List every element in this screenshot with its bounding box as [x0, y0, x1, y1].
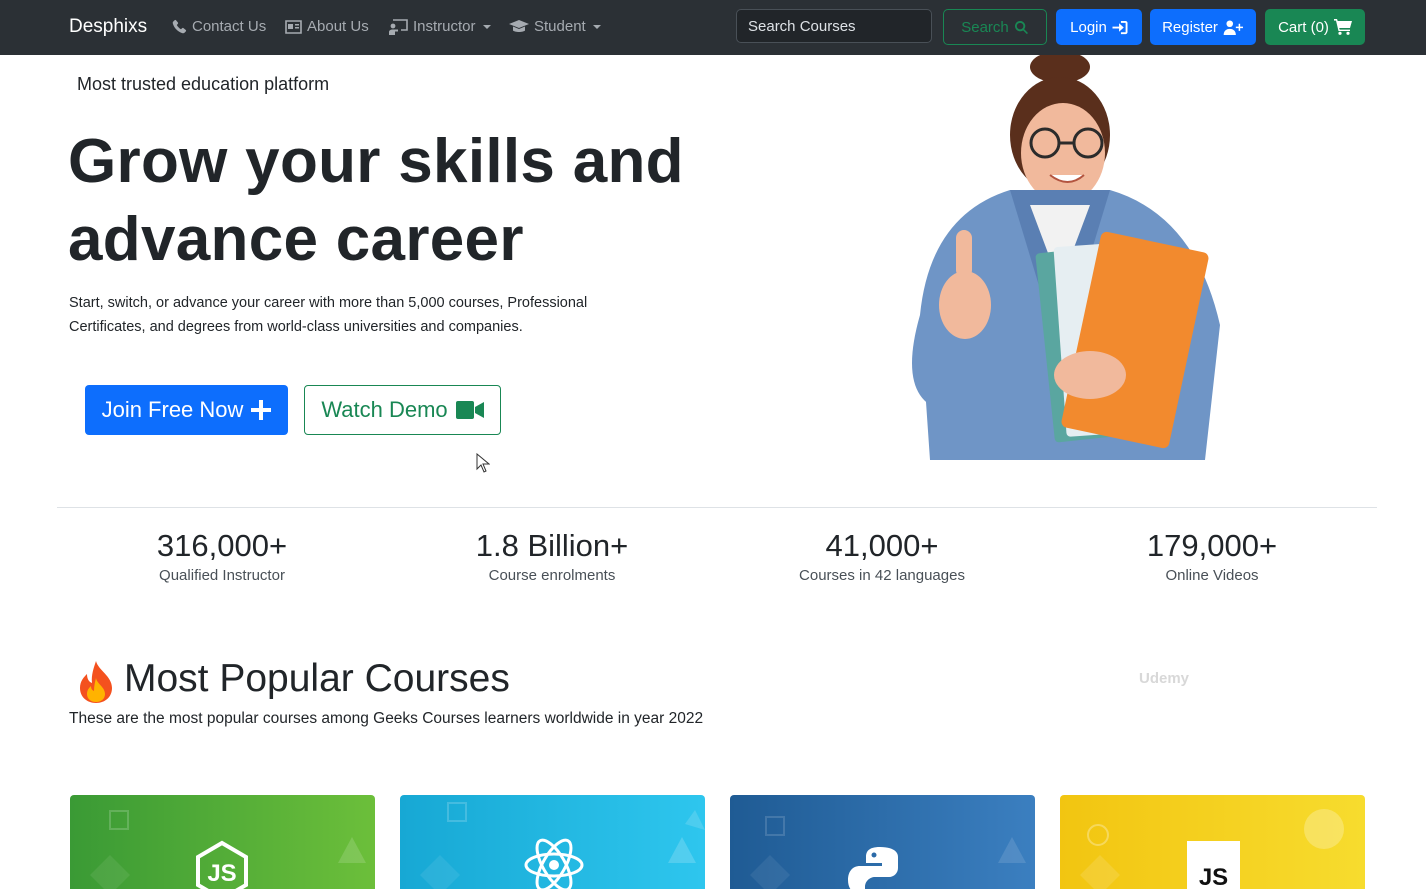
python-icon: [848, 847, 898, 889]
join-free-now-button[interactable]: Join Free Now: [85, 385, 288, 435]
video-camera-icon: [455, 401, 484, 419]
id-card-icon: [285, 19, 302, 34]
stat-value: 1.8 Billion+: [475, 528, 629, 563]
chevron-down-icon: [482, 24, 491, 29]
stat-label: Online Videos: [1165, 567, 1259, 584]
section-divider: [57, 507, 1377, 508]
search-icon: [1014, 20, 1028, 34]
user-plus-icon: [1223, 19, 1243, 35]
brand-logo[interactable]: Desphixs: [69, 16, 147, 38]
search-courses-input[interactable]: [736, 9, 932, 43]
hero-title-line-2: advance career: [68, 205, 524, 274]
popular-courses-title: Most Popular Courses: [124, 657, 510, 700]
fire-icon: [80, 661, 112, 703]
course-card-python[interactable]: [730, 795, 1035, 889]
stat-value: 179,000+: [1146, 528, 1278, 563]
graduation-cap-icon: [509, 20, 529, 32]
hero-student-image: [912, 55, 1220, 460]
cart-button[interactable]: Cart (0): [1265, 9, 1365, 45]
watch-demo-button[interactable]: Watch Demo: [304, 385, 501, 435]
svg-text:JS: JS: [207, 860, 236, 887]
search-button-label: Search: [961, 18, 1009, 36]
stat-courses: 41,000+ Courses in 42 languages: [717, 527, 1047, 584]
course-card-react[interactable]: [400, 795, 705, 889]
cart-button-label: Cart (0): [1278, 18, 1329, 36]
plus-icon: [251, 400, 272, 420]
popular-courses-subtitle: These are the most popular courses among…: [69, 710, 704, 727]
stat-label: Qualified Instructor: [159, 567, 285, 584]
stat-value: 316,000+: [156, 528, 288, 563]
hero-subtitle-line-1: Start, switch, or advance your career wi…: [69, 295, 588, 311]
course-card-javascript[interactable]: JS: [1060, 795, 1365, 889]
nav-contact-us-label: Contact Us: [192, 18, 267, 35]
hero-title-line-1: Grow your skills and: [68, 127, 684, 196]
login-button-label: Login: [1070, 18, 1107, 36]
login-button[interactable]: Login: [1056, 9, 1142, 45]
hero-tagline: Most trusted education platform: [77, 74, 330, 94]
search-button[interactable]: Search: [943, 9, 1047, 45]
react-icon: [524, 838, 584, 889]
nav-instructor-dropdown[interactable]: Instructor: [389, 18, 491, 35]
nodejs-icon: JS: [196, 840, 248, 889]
javascript-icon: JS: [1060, 795, 1365, 889]
nav-contact-us[interactable]: Contact Us: [171, 18, 266, 35]
join-free-now-label: Join Free Now: [101, 397, 244, 422]
js-badge-label: JS: [1198, 864, 1229, 889]
chevron-down-icon: [592, 24, 601, 29]
hero-subtitle-line-2: Certificates, and degrees from world-cla…: [69, 319, 523, 335]
nav-student-dropdown[interactable]: Student: [509, 18, 601, 35]
top-navbar: Desphixs Contact Us About Us Instructor …: [0, 0, 1426, 55]
course-card-nodejs[interactable]: JS: [70, 795, 375, 889]
register-button-label: Register: [1162, 18, 1218, 36]
chalkboard-teacher-icon: [389, 18, 408, 35]
stat-videos: 179,000+ Online Videos: [1047, 527, 1377, 584]
udemy-watermark: Udemy: [1139, 670, 1190, 687]
sign-in-icon: [1112, 20, 1128, 34]
stat-enrolments: 1.8 Billion+ Course enrolments: [387, 527, 717, 584]
mouse-cursor-icon: [476, 453, 490, 473]
nav-about-us-label: About Us: [307, 18, 369, 35]
nav-about-us[interactable]: About Us: [285, 18, 369, 35]
stat-label: Courses in 42 languages: [799, 567, 965, 584]
stat-instructors: 316,000+ Qualified Instructor: [57, 527, 387, 584]
shopping-cart-icon: [1333, 19, 1352, 35]
stat-label: Course enrolments: [488, 567, 616, 584]
register-button[interactable]: Register: [1150, 9, 1256, 45]
stat-value: 41,000+: [825, 528, 939, 563]
phone-icon: [172, 19, 187, 33]
hero-title: Grow your skills and advance career: [68, 123, 748, 279]
nav-instructor-label: Instructor: [413, 18, 476, 35]
nav-student-label: Student: [534, 18, 586, 35]
watch-demo-label: Watch Demo: [321, 397, 448, 422]
hero-subtitle: Start, switch, or advance your career wi…: [69, 291, 669, 339]
